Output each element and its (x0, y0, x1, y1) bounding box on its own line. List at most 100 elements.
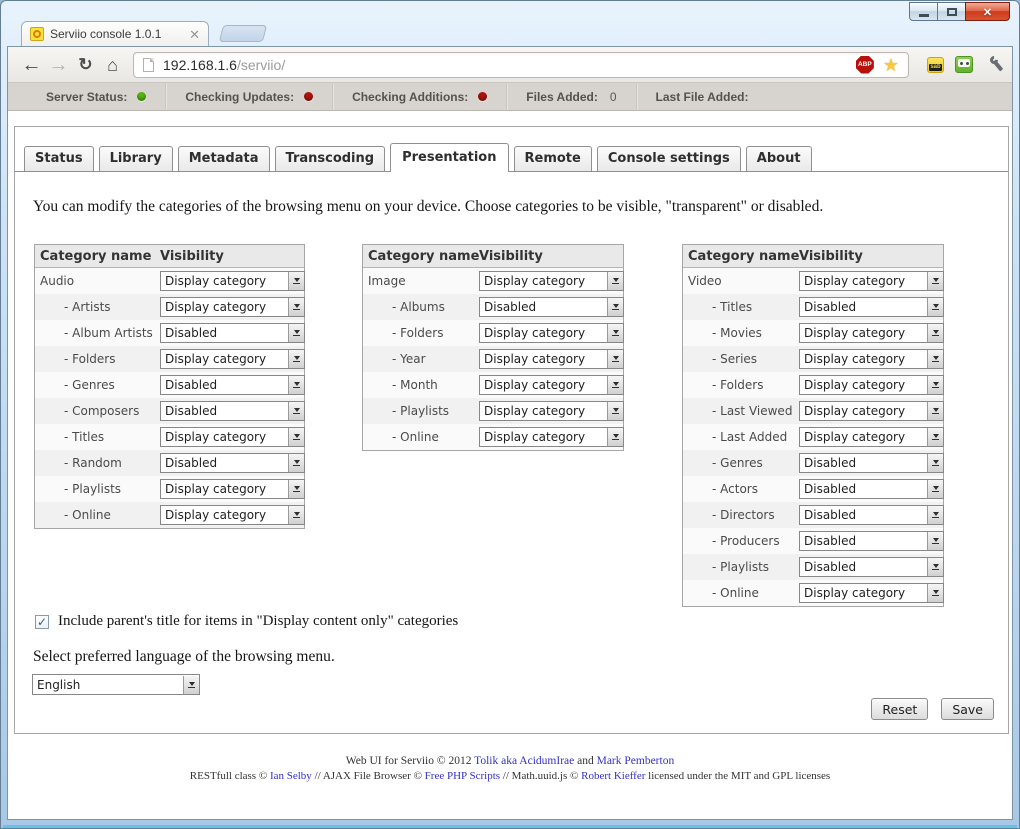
visibility-select[interactable]: Display category (160, 427, 305, 447)
new-tab-button[interactable] (219, 25, 267, 42)
visibility-select-arrow[interactable] (288, 298, 304, 316)
footer-link[interactable]: Mark Pemberton (597, 755, 675, 767)
tab-transcoding[interactable]: Transcoding (275, 146, 386, 171)
visibility-select-arrow[interactable] (607, 402, 623, 420)
visibility-select[interactable]: Display category (160, 479, 305, 499)
visibility-select-arrow[interactable] (607, 350, 623, 368)
category-label: - Movies (688, 326, 799, 340)
tab-about[interactable]: About (746, 146, 812, 171)
forward-button[interactable]: → (45, 55, 72, 75)
visibility-select-arrow[interactable] (927, 428, 943, 446)
visibility-select-arrow[interactable] (927, 532, 943, 550)
visibility-select-arrow[interactable] (288, 506, 304, 524)
visibility-select[interactable]: Display category (479, 401, 624, 421)
visibility-select[interactable]: Disabled (799, 557, 944, 577)
dropdown-arrow-icon (294, 512, 300, 516)
visibility-select[interactable]: Display category (160, 505, 305, 525)
visibility-select-arrow[interactable] (607, 298, 623, 316)
visibility-select-arrow[interactable] (927, 272, 943, 290)
reload-button[interactable]: ↻ (72, 56, 99, 73)
visibility-select-arrow[interactable] (927, 350, 943, 368)
language-select[interactable]: English (32, 674, 200, 695)
visibility-select-arrow[interactable] (288, 480, 304, 498)
visibility-select[interactable]: Disabled (160, 375, 305, 395)
visibility-select[interactable]: Display category (160, 297, 305, 317)
sab-extension-icon[interactable]: sab (927, 57, 944, 73)
tab-console-settings[interactable]: Console settings (597, 146, 741, 171)
visibility-select[interactable]: Disabled (799, 297, 944, 317)
adblock-icon[interactable]: ABP (856, 56, 874, 74)
visibility-select-arrow[interactable] (288, 350, 304, 368)
home-button[interactable]: ⌂ (99, 56, 126, 74)
browser-tab[interactable]: Serviio console 1.0.1 ✕ (21, 21, 209, 46)
visibility-select-arrow[interactable] (927, 558, 943, 576)
visibility-select[interactable]: Display category (799, 427, 944, 447)
visibility-select-arrow[interactable] (288, 324, 304, 342)
visibility-select[interactable]: Display category (799, 323, 944, 343)
status-dot (304, 92, 313, 101)
tab-library[interactable]: Library (99, 146, 173, 171)
wrench-menu-icon[interactable] (984, 56, 1002, 74)
reset-button[interactable]: Reset (871, 698, 928, 720)
visibility-select[interactable]: Display category (799, 375, 944, 395)
visibility-select[interactable]: Display category (479, 349, 624, 369)
table-row: - ProducersDisabled (683, 528, 943, 554)
visibility-select-arrow[interactable] (927, 506, 943, 524)
visibility-select[interactable]: Display category (799, 401, 944, 421)
visibility-select[interactable]: Display category (799, 349, 944, 369)
visibility-select-arrow[interactable] (288, 402, 304, 420)
footer-link[interactable]: Ian Selby (270, 770, 312, 782)
tab-metadata[interactable]: Metadata (178, 146, 270, 171)
visibility-select[interactable]: Disabled (799, 453, 944, 473)
tab-presentation[interactable]: Presentation (390, 143, 508, 172)
language-select-arrow[interactable] (183, 676, 199, 694)
visibility-select-arrow[interactable] (607, 428, 623, 446)
visibility-select-arrow[interactable] (927, 480, 943, 498)
bookmark-star-icon[interactable]: ★ (883, 56, 899, 74)
visibility-select[interactable]: Disabled (160, 453, 305, 473)
visibility-select[interactable]: Display category (160, 349, 305, 369)
visibility-select-arrow[interactable] (607, 376, 623, 394)
visibility-select-arrow[interactable] (927, 584, 943, 602)
visibility-select[interactable]: Disabled (799, 479, 944, 499)
tab-remote[interactable]: Remote (514, 146, 592, 171)
footer-link[interactable]: Tolik aka AcidumIrae (474, 755, 574, 767)
include-parent-checkbox[interactable] (35, 615, 49, 629)
maximize-button[interactable] (937, 2, 966, 21)
visibility-select-arrow[interactable] (927, 454, 943, 472)
footer-link[interactable]: Free PHP Scripts (425, 770, 500, 782)
visibility-select-arrow[interactable] (927, 402, 943, 420)
tab-status[interactable]: Status (24, 146, 94, 171)
back-button[interactable]: ← (18, 55, 45, 75)
visibility-select[interactable]: Display category (799, 271, 944, 291)
visibility-select-arrow[interactable] (927, 324, 943, 342)
visibility-select[interactable]: Disabled (160, 401, 305, 421)
visibility-select[interactable]: Display category (479, 271, 624, 291)
robot-extension-icon[interactable] (955, 56, 973, 73)
table-row: VideoDisplay category (683, 268, 943, 294)
visibility-select-arrow[interactable] (927, 298, 943, 316)
visibility-select-arrow[interactable] (288, 454, 304, 472)
visibility-select[interactable]: Display category (479, 323, 624, 343)
footer-link[interactable]: Robert Kieffer (581, 770, 645, 782)
visibility-select-arrow[interactable] (288, 428, 304, 446)
visibility-select-arrow[interactable] (607, 324, 623, 342)
visibility-select-arrow[interactable] (607, 272, 623, 290)
minimize-button[interactable] (909, 2, 938, 21)
visibility-select[interactable]: Display category (160, 271, 305, 291)
visibility-select[interactable]: Display category (799, 583, 944, 603)
close-button[interactable] (965, 2, 1010, 21)
visibility-select-arrow[interactable] (288, 376, 304, 394)
tab-close-icon[interactable]: ✕ (189, 28, 200, 41)
url-bar[interactable]: 192.168.1.6 /serviio/ ABP ★ (133, 52, 909, 78)
visibility-select-arrow[interactable] (288, 272, 304, 290)
visibility-select[interactable]: Display category (479, 427, 624, 447)
visibility-select-arrow[interactable] (927, 376, 943, 394)
dropdown-underline (932, 543, 939, 544)
visibility-select[interactable]: Disabled (799, 505, 944, 525)
visibility-select[interactable]: Disabled (160, 323, 305, 343)
visibility-select[interactable]: Disabled (799, 531, 944, 551)
visibility-select[interactable]: Display category (479, 375, 624, 395)
visibility-select[interactable]: Disabled (479, 297, 624, 317)
save-button[interactable]: Save (941, 698, 994, 720)
